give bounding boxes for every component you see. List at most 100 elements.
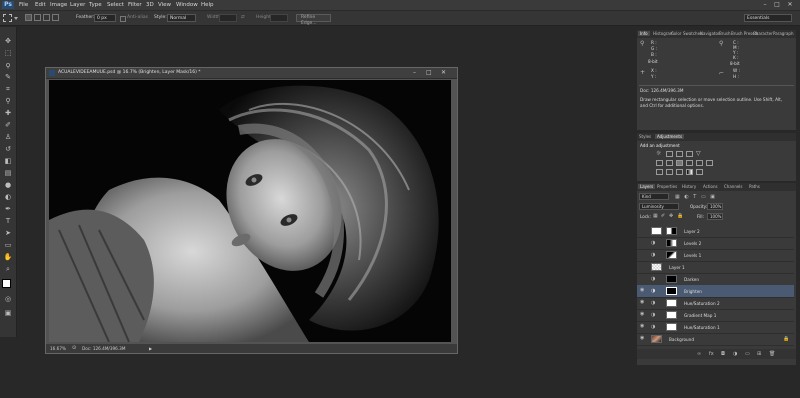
tab-character[interactable]: Character (753, 31, 773, 36)
document-canvas[interactable] (49, 80, 451, 342)
minimize-icon[interactable]: – (760, 1, 770, 8)
menu-3d[interactable]: 3D (146, 2, 154, 8)
menu-layer[interactable]: Layer (70, 2, 85, 8)
rectangular-marquee-icon[interactable]: ⬚ (3, 49, 13, 58)
blur-icon[interactable]: ● (3, 181, 13, 190)
tab-styles[interactable]: Styles (639, 134, 651, 139)
layer-name[interactable]: Darken (684, 277, 699, 282)
link-layers-icon[interactable]: ∞ (697, 351, 701, 357)
layer-row[interactable]: ◉ Background 🔒 (637, 333, 794, 346)
visibility-eye-icon[interactable]: ◉ (640, 324, 645, 329)
doc-minimize-icon[interactable]: – (413, 69, 416, 76)
visibility-off-icon[interactable] (640, 240, 645, 245)
menu-filter[interactable]: Filter (128, 2, 142, 8)
document-title-bar[interactable]: ACUALEVIDEEAMUUE.psd @ 16.7% (Brighten, … (46, 68, 457, 79)
blend-mode-select[interactable]: Luminosity (639, 203, 679, 210)
layer-style-icon[interactable]: fx (709, 351, 714, 357)
visibility-eye-icon[interactable]: ◉ (640, 300, 645, 305)
posterize-icon[interactable] (666, 169, 673, 175)
filter-shape-icon[interactable]: ▭ (701, 194, 706, 200)
type-tool-icon[interactable]: T (3, 217, 13, 226)
doc-close-icon[interactable]: ✕ (441, 69, 446, 76)
color-balance-icon[interactable] (666, 160, 673, 166)
gradient-icon[interactable]: ▤ (3, 169, 13, 178)
quick-selection-icon[interactable]: ✎ (3, 73, 13, 82)
maximize-icon[interactable]: □ (772, 1, 782, 8)
layer-name[interactable]: Hue/Saturation 2 (684, 301, 720, 306)
delete-layer-icon[interactable]: 🗑 (769, 351, 775, 357)
swap-icon[interactable]: ⇄ (241, 15, 245, 20)
layer-name[interactable]: Layer 2 (684, 229, 700, 234)
marquee-tool-preset-icon[interactable] (3, 14, 12, 22)
visibility-off-icon[interactable] (640, 228, 645, 233)
screen-mode-icon[interactable]: ▣ (3, 309, 13, 318)
menu-image[interactable]: Image (50, 2, 67, 8)
layer-name[interactable]: Gradient Map 1 (684, 313, 716, 318)
height-input[interactable] (270, 14, 288, 22)
photo-filter-icon[interactable] (686, 160, 693, 166)
layer-name[interactable]: Brighten (684, 289, 702, 294)
tab-properties[interactable]: Properties (657, 184, 677, 189)
subtract-selection-icon[interactable] (43, 14, 50, 21)
move-tool-icon[interactable]: ✥ (3, 37, 13, 46)
dodge-icon[interactable]: ◐ (3, 193, 13, 202)
tab-history[interactable]: History (682, 184, 696, 189)
tab-channels[interactable]: Channels (724, 184, 743, 189)
add-to-selection-icon[interactable] (34, 14, 41, 21)
history-brush-icon[interactable]: ↺ (3, 145, 13, 154)
eraser-icon[interactable]: ◧ (3, 157, 13, 166)
status-info-icon[interactable]: ⊙ (72, 345, 76, 351)
exposure-icon[interactable] (686, 151, 693, 157)
gradient-map-icon[interactable] (686, 169, 693, 175)
doc-maximize-icon[interactable]: □ (426, 69, 432, 76)
brush-icon[interactable]: ✐ (3, 121, 13, 130)
tab-info[interactable]: Info (638, 31, 650, 36)
rectangle-shape-icon[interactable]: ▭ (3, 241, 13, 250)
close-icon[interactable]: ✕ (785, 1, 795, 8)
lock-image-icon[interactable]: ✐ (661, 213, 665, 219)
layer-name[interactable]: Layer 1 (669, 265, 685, 270)
black-white-icon[interactable] (676, 160, 683, 166)
tab-layers[interactable]: Layers (638, 184, 656, 189)
levels-icon[interactable] (666, 151, 673, 157)
hue-saturation-icon[interactable] (656, 160, 663, 166)
channel-mixer-icon[interactable] (696, 160, 703, 166)
fill-input[interactable]: 100% (707, 213, 723, 220)
crop-icon[interactable]: ⌗ (3, 85, 13, 94)
feather-input[interactable]: 0 px (94, 14, 116, 22)
refine-edge-button[interactable]: Refine Edge... (296, 14, 331, 26)
menu-help[interactable]: Help (201, 2, 214, 8)
status-menu-arrow-icon[interactable]: ▶ (149, 346, 152, 351)
menu-type[interactable]: Type (89, 2, 102, 8)
invert-icon[interactable] (656, 169, 663, 175)
menu-window[interactable]: Window (176, 2, 198, 8)
filter-pixel-icon[interactable]: ▦ (675, 194, 680, 200)
add-mask-icon[interactable]: ◘ (721, 351, 725, 357)
tab-paths[interactable]: Paths (749, 184, 760, 189)
style-select[interactable]: Normal (167, 14, 196, 22)
new-adjustment-icon[interactable]: ◑ (733, 351, 737, 357)
lock-transparent-icon[interactable]: ▦ (653, 213, 658, 219)
workspace-select[interactable]: Essentials (744, 14, 792, 22)
chevron-down-icon[interactable] (14, 17, 18, 20)
filter-smart-object-icon[interactable]: ▣ (710, 194, 715, 200)
layer-filter-kind-select[interactable]: Kind (639, 193, 669, 200)
layer-filter-icons[interactable]: ▦ ◐ T ▭ ▣ (675, 194, 725, 200)
color-lookup-icon[interactable] (706, 160, 713, 166)
menu-file[interactable]: File (19, 2, 28, 8)
foreground-color-swatch[interactable] (2, 279, 11, 288)
visibility-off-icon[interactable] (640, 264, 645, 269)
visibility-off-icon[interactable] (640, 252, 645, 257)
eyedropper-icon[interactable]: ⚲ (3, 97, 13, 106)
new-layer-icon[interactable]: ⊞ (757, 351, 761, 357)
intersect-selection-icon[interactable] (52, 14, 59, 21)
curves-icon[interactable] (676, 151, 683, 157)
pen-icon[interactable]: ✒ (3, 205, 13, 214)
layer-name[interactable]: Hue/Saturation 1 (684, 325, 720, 330)
visibility-off-icon[interactable] (640, 276, 645, 281)
tab-color[interactable]: Color (671, 31, 681, 36)
tab-adjustments[interactable]: Adjustments (655, 134, 685, 139)
tab-paragraph[interactable]: Paragraph (773, 31, 794, 36)
healing-brush-icon[interactable]: ✚ (3, 109, 13, 118)
anti-alias-checkbox[interactable] (120, 16, 126, 22)
